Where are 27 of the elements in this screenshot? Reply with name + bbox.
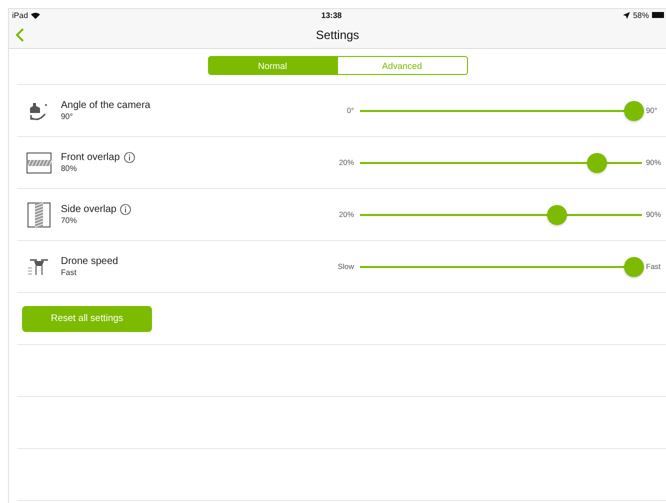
info-icon[interactable] — [120, 204, 132, 215]
slider-thumb[interactable] — [624, 256, 644, 276]
battery-percent: 58% — [632, 10, 649, 20]
segment-tab[interactable]: Normal — [208, 56, 338, 75]
slider-thumb[interactable] — [586, 152, 607, 172]
reset-button[interactable]: Reset all settings — [22, 306, 152, 332]
location-arrow-icon — [622, 12, 630, 18]
device-name: iPad — [12, 10, 28, 20]
setting-name: Side overlap — [60, 204, 116, 215]
side-overlap-icon — [26, 202, 51, 228]
setting-name: Angle of the camera — [60, 100, 150, 111]
setting-name: Drone speed — [60, 256, 118, 267]
drone-icon — [26, 256, 51, 276]
slider-thumb[interactable] — [624, 100, 644, 120]
status-time: 13:38 — [321, 10, 342, 20]
setting-value: 90° — [60, 112, 74, 121]
slider-thumb[interactable] — [547, 204, 568, 224]
setting-value: 70% — [60, 216, 78, 225]
setting-value: 80% — [60, 164, 78, 173]
nav-title: Settings — [316, 28, 360, 42]
info-icon[interactable] — [124, 152, 135, 163]
battery-icon — [652, 12, 664, 18]
front-overlap-icon — [26, 152, 52, 174]
wifi-icon — [31, 12, 40, 18]
setting-name: Front overlap — [60, 152, 120, 163]
setting-value: Fast — [60, 268, 78, 277]
segment-tab[interactable]: Advanced — [338, 56, 468, 75]
